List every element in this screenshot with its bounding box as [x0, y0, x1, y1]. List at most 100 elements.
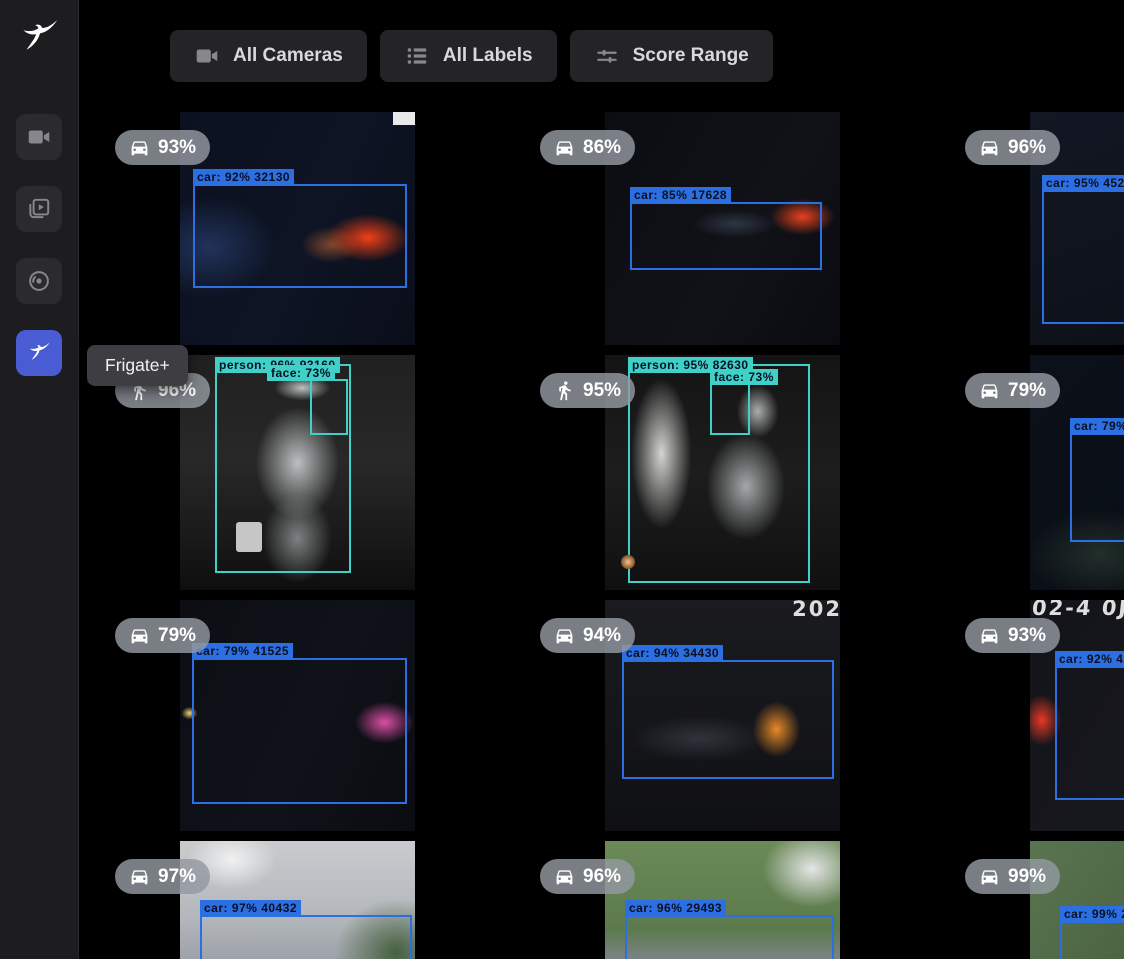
detection-box-label: car: 96% 29493 [625, 900, 726, 916]
snapshot-thumbnail: car: 79% 41525 [180, 600, 415, 831]
badge-score: 96% [1008, 137, 1046, 159]
submission-tile[interactable]: person: 95% 82630 face: 73% 95% [521, 355, 946, 590]
car-icon [979, 625, 1000, 646]
score-badge: 93% [965, 618, 1060, 653]
snapshot-thumbnail: car: 96% 29493 [605, 841, 840, 959]
car-icon [554, 137, 575, 158]
submission-tile[interactable]: car: 97% 40432 97% [96, 841, 521, 959]
video-camera-icon [26, 124, 52, 150]
score-badge: 93% [115, 130, 210, 165]
car-icon [979, 866, 1000, 887]
snapshot-thumbnail: car: 92% 32130 [180, 112, 415, 345]
submission-tile[interactable]: car: 92% 32130 93% [96, 112, 521, 345]
badge-score: 99% [1008, 866, 1046, 888]
detection-box-label: car: 92% 4218 [1055, 651, 1124, 667]
snapshot-thumbnail: person: 95% 82630 face: 73% [605, 355, 840, 590]
all-labels-button[interactable]: All Labels [380, 30, 557, 82]
snapshot-thumbnail: person: 96% 93160 face: 73% [180, 355, 415, 590]
video-camera-icon [194, 43, 220, 69]
badge-score: 86% [583, 137, 621, 159]
score-badge: 97% [115, 859, 210, 894]
submission-tile[interactable]: person: 96% 93160 face: 73% 96% [96, 355, 521, 590]
score-badge: 86% [540, 130, 635, 165]
list-icon [404, 43, 430, 69]
sidebar-item-export[interactable] [16, 258, 62, 304]
submission-tile[interactable]: car: 95% 45260 96% [946, 112, 1124, 345]
car-icon [129, 137, 150, 158]
badge-score: 79% [1008, 380, 1046, 402]
badge-score: 95% [583, 380, 621, 402]
detection-bounding-box: car: 79% 41525 [192, 658, 407, 804]
score-range-button[interactable]: Score Range [570, 30, 773, 82]
frigate-plus-tooltip: Frigate+ [87, 345, 188, 386]
sliders-icon [594, 43, 620, 69]
detection-bounding-box: car: 85% 17628 [630, 202, 822, 270]
detection-box-label: car: 99% 25 [1060, 906, 1124, 922]
detection-bounding-box: car: 95% 45260 [1042, 190, 1124, 324]
frigate-bird-icon [17, 16, 61, 60]
main-content: All Cameras All Labels Score Range [78, 0, 1124, 959]
car-icon [129, 866, 150, 887]
submissions-grid: car: 92% 32130 93% car: 85% 17628 86% [96, 112, 1124, 959]
score-badge: 94% [540, 618, 635, 653]
badge-score: 94% [583, 625, 621, 647]
detection-bounding-box: car: 92% 4218 [1055, 666, 1124, 800]
score-badge: 79% [965, 373, 1060, 408]
person-icon [554, 380, 575, 401]
filter-toolbar: All Cameras All Labels Score Range [170, 30, 773, 82]
sidebar-item-frigate-plus[interactable] [16, 330, 62, 376]
detection-bounding-box: car: 97% 40432 [200, 915, 412, 959]
camera-timestamp-overlay: 02-4 0J [1031, 600, 1124, 620]
badge-score: 97% [158, 866, 196, 888]
submission-tile[interactable]: car: 79% 41525 79% [96, 600, 521, 831]
car-icon [129, 625, 150, 646]
score-range-label: Score Range [633, 45, 749, 67]
car-icon [979, 137, 1000, 158]
submission-tile[interactable]: car: 79% 79% [946, 355, 1124, 590]
submission-tile[interactable]: car: 85% 17628 86% [521, 112, 946, 345]
snapshot-thumbnail: 202 car: 94% 34430 [605, 600, 840, 831]
badge-score: 93% [1008, 625, 1046, 647]
car-icon [554, 866, 575, 887]
submission-tile[interactable]: 02-4 0J car: 92% 4218 93% [946, 600, 1124, 831]
submission-tile[interactable]: car: 99% 25 99% [946, 841, 1124, 959]
detection-bounding-box: car: 96% 29493 [625, 915, 834, 959]
review-play-icon [26, 196, 52, 222]
camera-timestamp-overlay: 202 [792, 600, 840, 621]
detection-box-label: car: 95% 45260 [1042, 175, 1124, 191]
car-icon [554, 625, 575, 646]
face-box-label: face: 73% [710, 369, 778, 385]
car-icon [979, 380, 1000, 401]
all-cameras-button[interactable]: All Cameras [170, 30, 367, 82]
submission-tile[interactable]: 202 car: 94% 34430 94% [521, 600, 946, 831]
detection-box-label: car: 85% 17628 [630, 187, 731, 203]
detection-bounding-box: car: 99% 25 [1060, 921, 1124, 959]
score-badge: 96% [965, 130, 1060, 165]
detection-bounding-box: car: 92% 32130 [193, 184, 407, 288]
badge-score: 79% [158, 625, 196, 647]
detection-box-label: car: 79% [1070, 418, 1124, 434]
disc-icon [26, 268, 52, 294]
all-cameras-label: All Cameras [233, 45, 343, 67]
detection-bounding-box: car: 94% 34430 [622, 660, 834, 779]
snapshot-thumbnail: car: 85% 17628 [605, 112, 840, 345]
score-badge: 79% [115, 618, 210, 653]
sidebar-item-live[interactable] [16, 114, 62, 160]
badge-score: 96% [583, 866, 621, 888]
detection-box-label: car: 94% 34430 [622, 645, 723, 661]
sidebar-nav [0, 114, 78, 376]
all-labels-label: All Labels [443, 45, 533, 67]
submission-tile[interactable]: car: 96% 29493 96% [521, 841, 946, 959]
score-badge: 99% [965, 859, 1060, 894]
snapshot-thumbnail: car: 97% 40432 [180, 841, 415, 959]
badge-score: 93% [158, 137, 196, 159]
detection-box-label: car: 92% 32130 [193, 169, 294, 185]
face-bounding-box: face: 73% [710, 383, 750, 435]
frigate-plus-submissions-page: Frigate+ All Cameras All Labels [0, 0, 1124, 959]
sidebar [0, 0, 79, 959]
frigate-logo[interactable] [17, 16, 61, 64]
detection-bounding-box: car: 79% [1070, 433, 1124, 542]
face-bounding-box: face: 73% [310, 379, 348, 435]
detection-box-label: car: 97% 40432 [200, 900, 301, 916]
sidebar-item-review[interactable] [16, 186, 62, 232]
